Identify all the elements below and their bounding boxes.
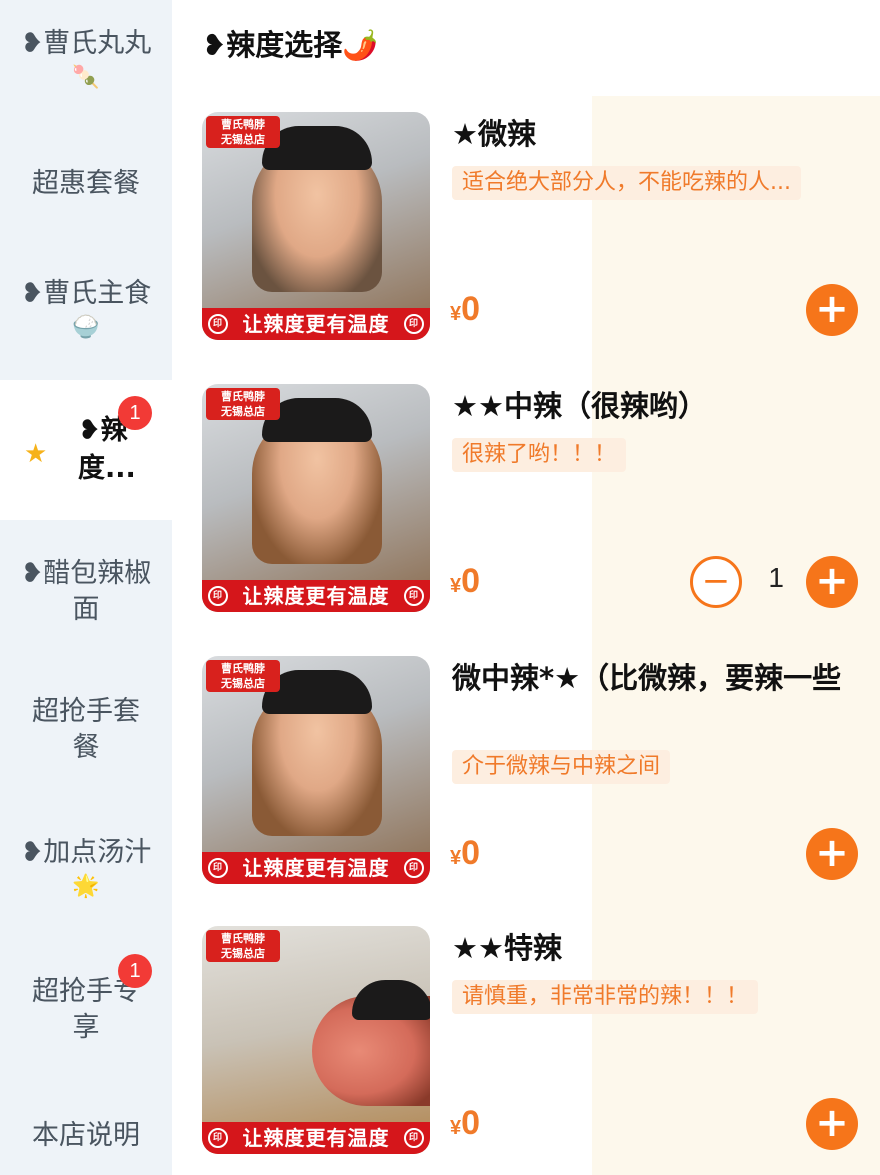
product-price: ¥0 [450,562,481,600]
quantity-value: 1 [768,562,784,593]
sidebar-item-chaoqiangshou-taocan[interactable]: 超抢手套 餐 [0,690,172,770]
product-name: ★微辣 [452,117,536,151]
product-price: ¥0 [450,834,481,872]
section-title: ❥辣度选择🌶️ [202,28,379,62]
product-list-panel: ❥辣度选择🌶️ 曹氏鸭脖 无锡总店 印 让辣度更有温度 印 ★微辣 适合绝大部分… [172,0,880,1175]
cart-count-badge: 1 [118,954,152,988]
sidebar-item-caoshi-zhushi[interactable]: ❥曹氏主食 🍚 [0,270,172,350]
sidebar-item-label-2: 餐 [72,732,100,763]
sidebar-item-chaoqiangshou-zhuanxiang[interactable]: 超抢手专 享 1 [0,954,172,1050]
sidebar-item-jiadian-tangzhi[interactable]: ❥加点汤汁 🌟 [0,832,172,906]
seal-icon: 印 [208,1128,228,1148]
image-banner: 印 让辣度更有温度 印 [202,1122,430,1154]
product-image[interactable]: 曹氏鸭脖 无锡总店 印 让辣度更有温度 印 [202,384,430,612]
sidebar-item-bendian-shuoming[interactable]: 本店说明 [0,1112,172,1160]
image-banner: 印 让辣度更有温度 印 [202,308,430,340]
product-card[interactable]: 曹氏鸭脖 无锡总店 印 让辣度更有温度 印 ★微辣 适合绝大部分人，不能吃辣的人… [202,112,880,344]
brand-logo: 曹氏鸭脖 无锡总店 [206,116,280,148]
product-description: 很辣了哟！！！ [452,438,627,472]
seal-icon: 印 [208,586,228,606]
seal-icon: 印 [404,314,424,334]
image-banner: 印 让辣度更有温度 印 [202,580,430,612]
star-icon: ★ [24,439,48,469]
brand-logo: 曹氏鸭脖 无锡总店 [206,388,280,420]
sidebar-item-label: ❥曹氏主食 [20,278,152,309]
sidebar-item-label-2: 享 [72,1012,100,1043]
sidebar-item-label: 超抢手套 [32,696,140,727]
seal-icon: 印 [208,314,228,334]
product-price: ¥0 [450,290,481,328]
dango-icon: 🍡 [72,65,100,90]
add-to-cart-button[interactable]: + [806,556,858,608]
sidebar-item-label: ❥加点汤汁 [20,837,152,868]
category-sidebar: ❥曹氏丸丸 🍡 超惠套餐 ❥曹氏主食 🍚 ★ ❥辣 度... 1 ❥醋包辣椒 面… [0,0,172,1175]
sidebar-item-label: ❥醋包辣椒 [20,558,152,589]
rice-bowl-icon: 🍚 [72,315,100,340]
product-name: ★★特辣 [452,931,562,965]
product-card[interactable]: 曹氏鸭脖 无锡总店 印 让辣度更有温度 印 ★★特辣 请慎重，非常非常的辣！！！… [202,926,880,1158]
cart-count-badge: 1 [118,396,152,430]
seal-icon: 印 [404,586,424,606]
sidebar-item-ladu[interactable]: ★ ❥辣 度... 1 [0,380,172,520]
product-image[interactable]: 曹氏鸭脖 无锡总店 印 让辣度更有温度 印 [202,656,430,884]
sidebar-item-label: 超惠套餐 [32,168,140,199]
product-image[interactable]: 曹氏鸭脖 无锡总店 印 让辣度更有温度 印 [202,112,430,340]
seal-icon: 印 [404,1128,424,1148]
product-image[interactable]: 曹氏鸭脖 无锡总店 印 让辣度更有温度 印 [202,926,430,1154]
image-banner: 印 让辣度更有温度 印 [202,852,430,884]
product-card[interactable]: 曹氏鸭脖 无锡总店 印 让辣度更有温度 印 微中辣*★（比微辣，要辣一些 介于微… [202,656,880,888]
product-description: 介于微辣与中辣之间 [452,750,671,784]
add-to-cart-button[interactable]: + [806,1098,858,1150]
sidebar-item-label: 本店说明 [32,1120,140,1151]
add-to-cart-button[interactable]: + [806,284,858,336]
product-description: 请慎重，非常非常的辣！！！ [452,980,759,1014]
seal-icon: 印 [404,858,424,878]
glowing-star-icon: 🌟 [72,874,100,899]
add-to-cart-button[interactable]: + [806,828,858,880]
product-name: ★★中辣（很辣哟） [452,389,707,423]
sidebar-item-chaohui-taocan[interactable]: 超惠套餐 [0,160,172,208]
product-card[interactable]: 曹氏鸭脖 无锡总店 印 让辣度更有温度 印 ★★中辣（很辣哟） 很辣了哟！！！ … [202,384,880,616]
sidebar-item-label: ❥曹氏丸丸 [20,28,152,59]
decrease-quantity-button[interactable]: − [690,556,742,608]
product-description: 适合绝大部分人，不能吃辣的人... [452,166,801,200]
sidebar-item-caoshi-wanwan[interactable]: ❥曹氏丸丸 🍡 [0,14,172,106]
sidebar-item-label-2: 面 [72,594,100,625]
sidebar-item-cubao-lajiao-mian[interactable]: ❥醋包辣椒 面 [0,552,172,632]
brand-logo: 曹氏鸭脖 无锡总店 [206,930,280,962]
product-price: ¥0 [450,1104,481,1142]
brand-logo: 曹氏鸭脖 无锡总店 [206,660,280,692]
product-name: 微中辣*★（比微辣，要辣一些 [452,661,842,695]
seal-icon: 印 [208,858,228,878]
